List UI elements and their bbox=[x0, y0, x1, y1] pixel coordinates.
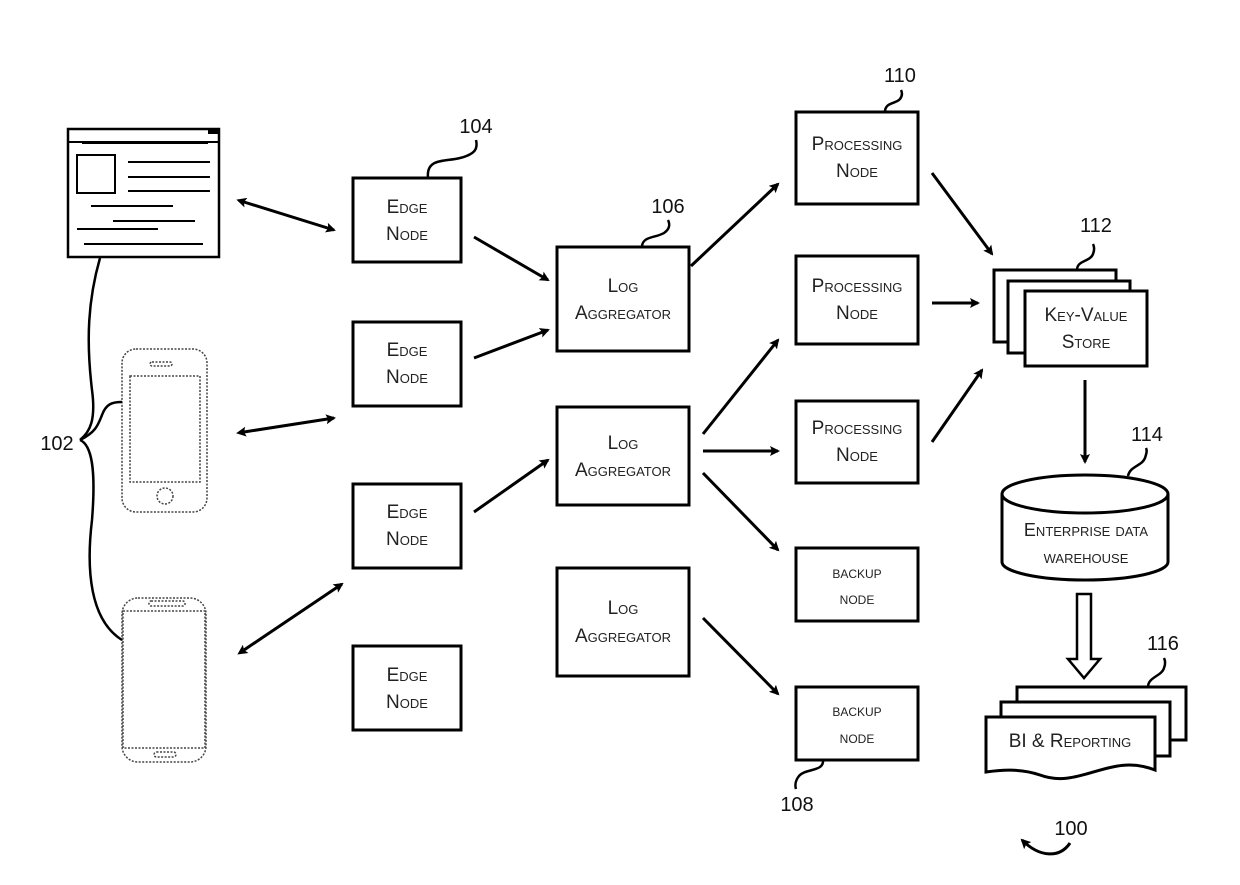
svg-text:Node: Node bbox=[386, 692, 428, 713]
leader-116 bbox=[1146, 657, 1167, 688]
ref-114: 114 bbox=[1131, 424, 1163, 446]
svg-text:Processing: Processing bbox=[812, 134, 903, 155]
edge-node-1: Edge Node bbox=[351, 176, 463, 264]
client-edge-links bbox=[236, 197, 344, 655]
leader-110 bbox=[883, 89, 904, 113]
bi-reporting: BI & Reporting bbox=[984, 685, 1188, 781]
enterprise-data-warehouse: Enterprise data warehouse bbox=[1000, 473, 1170, 582]
ref-106: 106 bbox=[651, 196, 684, 218]
svg-text:Node: Node bbox=[386, 224, 428, 245]
edge-node-4: Edge Node bbox=[351, 644, 463, 732]
svg-text:Edge: Edge bbox=[387, 197, 428, 218]
svg-text:Key-Value: Key-Value bbox=[1045, 305, 1128, 326]
edge-aggregator-links bbox=[473, 235, 550, 514]
ref-104: 104 bbox=[459, 116, 492, 138]
svg-text:Node: Node bbox=[386, 367, 428, 388]
processing-node-3: Processing Node bbox=[794, 399, 920, 485]
edge-node-3: Edge Node bbox=[351, 482, 463, 570]
svg-text:node: node bbox=[840, 589, 875, 608]
svg-text:Processing: Processing bbox=[812, 276, 903, 297]
key-value-store: Key-Value Store bbox=[992, 268, 1149, 368]
ref-110: 110 bbox=[884, 65, 916, 87]
figure-ref-arrow bbox=[1020, 838, 1072, 856]
edge-node-2: Edge Node bbox=[351, 320, 463, 408]
svg-text:Node: Node bbox=[386, 529, 428, 550]
iphone-client bbox=[121, 348, 208, 513]
system-diagram: 102 Edge Node 104 Edge Node Edge Node Ed… bbox=[40, 65, 1188, 856]
svg-text:warehouse: warehouse bbox=[1044, 547, 1129, 567]
leader-108 bbox=[794, 759, 825, 790]
processing-node-2: Processing Node bbox=[794, 254, 920, 346]
svg-text:Log: Log bbox=[608, 598, 639, 619]
ref-100: 100 bbox=[1054, 818, 1087, 840]
aggregator-processing-links bbox=[689, 182, 780, 696]
svg-text:Aggregator: Aggregator bbox=[575, 303, 671, 324]
leader-114 bbox=[1126, 447, 1148, 477]
processing-node-1: Processing Node bbox=[794, 110, 920, 206]
svg-text:Log: Log bbox=[608, 433, 639, 454]
processing-kv-links bbox=[930, 172, 994, 443]
svg-text:Node: Node bbox=[836, 445, 878, 466]
leader-106 bbox=[640, 219, 671, 248]
ref-108: 108 bbox=[780, 794, 813, 816]
svg-text:Node: Node bbox=[836, 161, 878, 182]
backup-node-2: backup node bbox=[794, 685, 920, 762]
backup-node-1: backup node bbox=[794, 546, 920, 623]
leader-112 bbox=[1075, 243, 1096, 271]
svg-text:Edge: Edge bbox=[387, 665, 428, 686]
web-browser-client bbox=[66, 127, 221, 259]
svg-text:Edge: Edge bbox=[387, 340, 428, 361]
log-aggregator-1: Log Aggregator bbox=[555, 245, 691, 353]
svg-text:Node: Node bbox=[836, 303, 878, 324]
svg-text:backup: backup bbox=[832, 563, 881, 582]
ref-112: 112 bbox=[1080, 215, 1112, 237]
svg-text:Store: Store bbox=[1062, 332, 1111, 353]
clients-brace: 102 bbox=[40, 257, 123, 642]
svg-text:node: node bbox=[840, 728, 875, 747]
svg-text:Processing: Processing bbox=[812, 418, 903, 439]
leader-104 bbox=[426, 139, 478, 179]
log-aggregator-2: Log Aggregator bbox=[555, 405, 691, 507]
svg-text:Aggregator: Aggregator bbox=[575, 460, 671, 481]
ref-102: 102 bbox=[40, 433, 73, 455]
svg-text:Aggregator: Aggregator bbox=[575, 626, 671, 647]
warehouse-bi-link bbox=[1065, 592, 1103, 680]
ref-116: 116 bbox=[1147, 633, 1179, 655]
log-aggregator-3: Log Aggregator bbox=[555, 566, 691, 678]
svg-text:Enterprise data: Enterprise data bbox=[1024, 520, 1148, 540]
svg-text:Edge: Edge bbox=[387, 502, 428, 523]
android-phone-client bbox=[121, 597, 207, 763]
svg-text:backup: backup bbox=[832, 701, 881, 720]
svg-text:Log: Log bbox=[608, 276, 639, 297]
svg-text:BI & Reporting: BI & Reporting bbox=[1009, 731, 1132, 752]
